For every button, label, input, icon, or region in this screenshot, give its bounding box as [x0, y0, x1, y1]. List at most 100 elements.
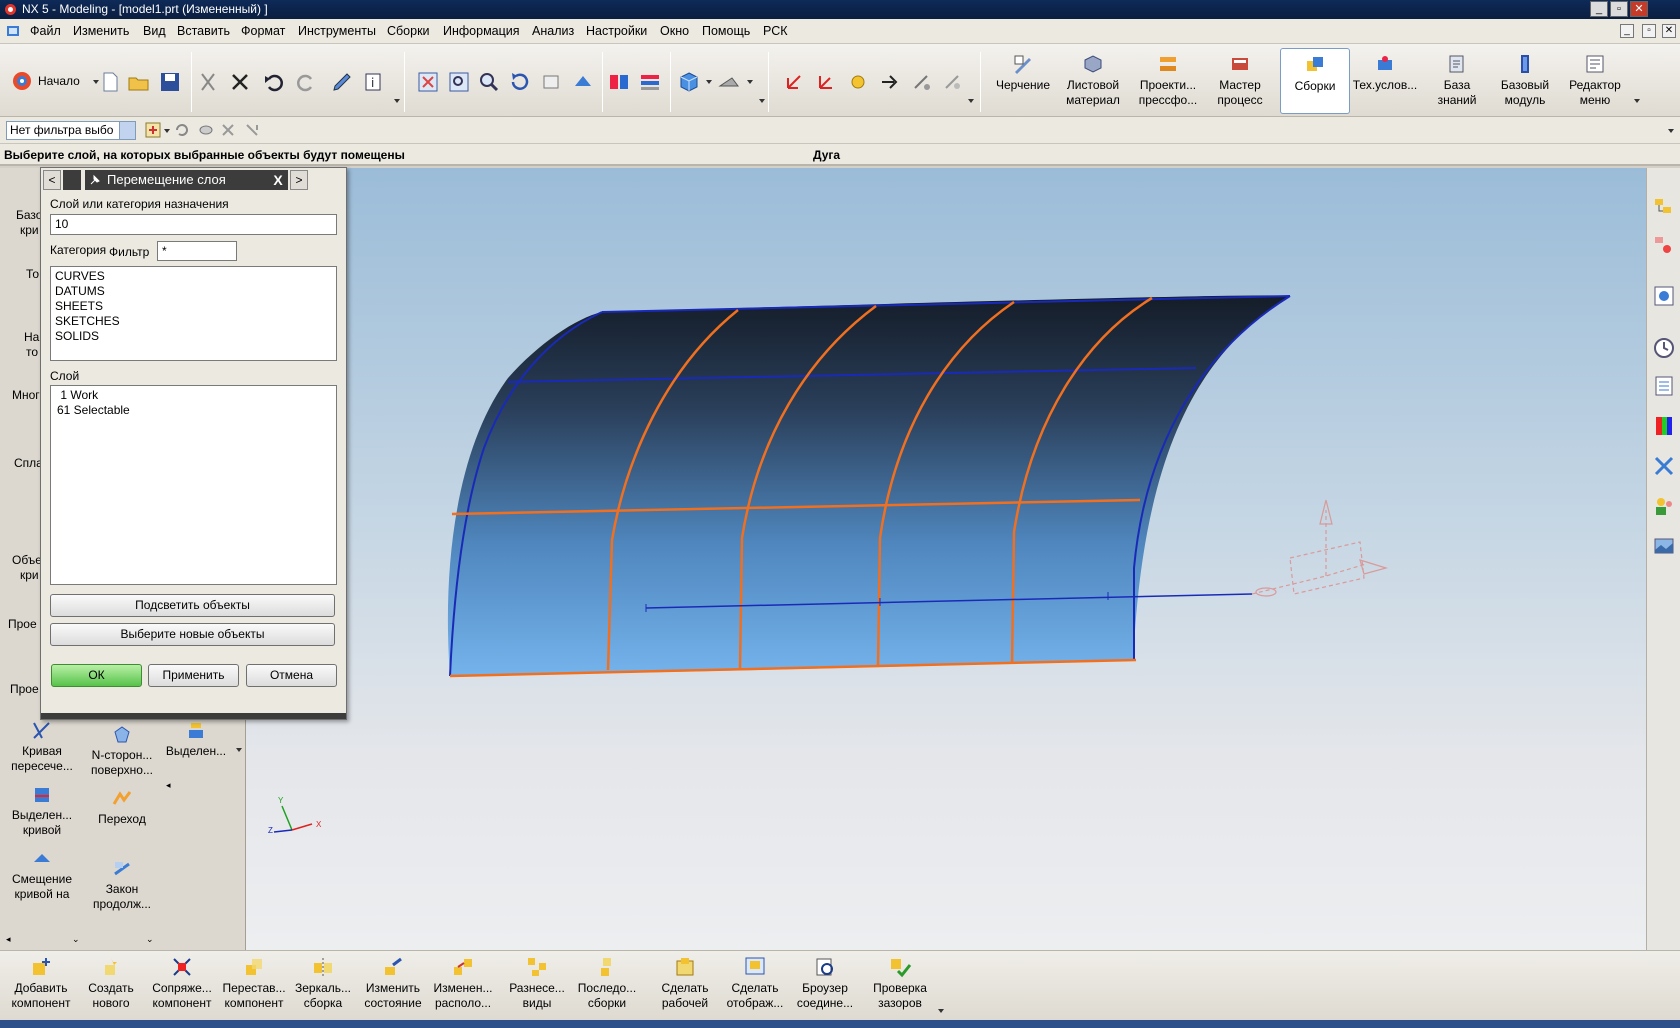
surface-face[interactable] — [447, 295, 1291, 676]
graphics-viewport[interactable]: Y X Z — [246, 168, 1646, 950]
list-item[interactable]: SKETCHES — [55, 314, 332, 329]
app-process-wizard-button[interactable]: Мастер процесс — [1208, 48, 1272, 114]
delete-icon[interactable] — [228, 70, 252, 94]
menu-format[interactable]: Формат — [241, 24, 285, 38]
new-file-icon[interactable] — [98, 70, 122, 94]
intersection-curve-button[interactable]: Кривая пересече... — [6, 720, 78, 774]
reposition-component-button[interactable]: Перестав... компонент — [218, 955, 290, 1011]
chevron-down-icon[interactable] — [706, 80, 712, 84]
app-sheet-metal-button[interactable]: Листовой материал — [1058, 48, 1128, 114]
constraint-navigator-icon[interactable] — [1652, 234, 1676, 258]
chevron-down-icon[interactable] — [968, 99, 974, 103]
system-scene-icon[interactable] — [1652, 534, 1676, 558]
scroll-down-icon[interactable]: ⌄ — [72, 934, 80, 945]
open-folder-icon[interactable] — [127, 70, 151, 94]
close-window-button[interactable]: ✕ — [1630, 1, 1648, 17]
chevron-down-icon[interactable] — [394, 99, 400, 103]
menu-edit[interactable]: Изменить — [73, 24, 129, 38]
chevron-down-icon[interactable] — [747, 80, 753, 84]
edit-object-icon[interactable] — [330, 70, 354, 94]
cube-view-icon[interactable] — [677, 70, 701, 94]
palette-partial-label[interactable]: Базо — [16, 208, 42, 223]
mdi-close-button[interactable]: ✕ — [1662, 24, 1676, 38]
dialog-title-bar[interactable]: Перемещение слоя — [85, 170, 268, 190]
category-filter-input[interactable]: * — [157, 241, 237, 261]
scroll-down-icon[interactable]: ⌄ — [146, 934, 154, 945]
ok-button[interactable]: ОК — [51, 664, 142, 687]
app-tech-conditions-button[interactable]: Тех.услов... — [1350, 48, 1420, 114]
n-sided-surface-button[interactable]: N-сторон... поверхно... — [86, 724, 158, 778]
wcs-origin-icon[interactable] — [782, 70, 806, 94]
type-filter-select[interactable]: Нет фильтра выбо — [6, 121, 136, 140]
list-item[interactable]: SHEETS — [55, 299, 332, 314]
app-gateway-button[interactable]: Базовый модуль — [1492, 48, 1558, 114]
dialog-pin-button[interactable] — [63, 170, 81, 190]
chevron-down-icon[interactable] — [1668, 129, 1674, 133]
extract-button[interactable]: Выделен... — [160, 720, 232, 759]
mate-component-button[interactable]: Сопряже... компонент — [146, 955, 218, 1011]
extracted-curve-button[interactable]: Выделен... кривой — [6, 784, 78, 838]
list-item[interactable]: CURVES — [55, 269, 332, 284]
wcs-display-icon[interactable] — [941, 70, 965, 94]
menu-window[interactable]: Окно — [660, 24, 689, 38]
history-icon[interactable] — [1652, 336, 1676, 360]
menu-file[interactable]: Файл — [30, 24, 61, 38]
dialog-forward-button[interactable]: > — [290, 170, 308, 190]
chevron-down-icon[interactable] — [164, 129, 170, 133]
scroll-left-icon[interactable]: ◂ — [166, 780, 171, 791]
assembly-sequence-button[interactable]: Последо... сборки — [572, 955, 642, 1011]
wcs-orient-icon[interactable] — [878, 70, 902, 94]
list-item[interactable]: SOLIDS — [55, 329, 332, 344]
palette-partial-label[interactable]: Прое — [8, 617, 37, 632]
make-work-part-button[interactable]: Сделать рабочей — [650, 955, 720, 1011]
hd3d-tools-icon[interactable] — [1652, 374, 1676, 398]
clearance-check-button[interactable]: Проверка зазоров — [864, 955, 936, 1011]
list-item[interactable]: 1 Work — [57, 388, 332, 403]
menu-insert[interactable]: Вставить — [177, 24, 230, 38]
wcs-dynamic-icon[interactable] — [814, 70, 838, 94]
palette-partial-label[interactable]: то — [26, 345, 38, 360]
palette-partial-label[interactable]: кри — [20, 223, 39, 238]
app-drafting-button[interactable]: Черчение — [988, 48, 1058, 114]
assembly-navigator-icon[interactable] — [1652, 196, 1676, 220]
dialog-back-button[interactable]: < — [43, 170, 61, 190]
change-arrangement-button[interactable]: Изменен... располо... — [428, 955, 498, 1011]
chevron-down-icon[interactable] — [1634, 99, 1640, 103]
undo-icon[interactable] — [262, 70, 286, 94]
list-item[interactable]: 61 Selectable — [57, 403, 332, 418]
nx-menu-icon[interactable] — [6, 24, 20, 38]
minimize-button[interactable]: _ — [1590, 1, 1608, 17]
pan-icon[interactable] — [540, 70, 564, 94]
layer-list[interactable]: 1 Work 61 Selectable — [50, 385, 337, 585]
render-style-icon[interactable] — [717, 70, 741, 94]
app-press-die-button[interactable]: Проекти... прессфо... — [1130, 48, 1206, 114]
rotate-icon[interactable] — [508, 70, 532, 94]
surface-model[interactable] — [246, 168, 1646, 950]
cancel-button[interactable]: Отмена — [246, 664, 337, 687]
restore-button[interactable]: ▫ — [1610, 1, 1628, 17]
palette-partial-label[interactable]: Мног — [12, 388, 40, 403]
palette-partial-label[interactable]: Прое — [10, 682, 39, 697]
snap-point-icon[interactable] — [220, 122, 236, 138]
wcs-ghost[interactable] — [1251, 499, 1389, 597]
offset-curve-on-face-button[interactable]: Смещение кривой на — [6, 848, 78, 902]
menu-view[interactable]: Вид — [143, 24, 166, 38]
change-state-button[interactable]: Изменить состояние — [358, 955, 428, 1011]
fit-view-icon[interactable] — [416, 70, 440, 94]
snap-end-icon[interactable] — [244, 122, 260, 138]
menu-tools[interactable]: Инструменты — [298, 24, 376, 38]
highlight-objects-button[interactable]: Подсветить объекты — [50, 594, 335, 617]
exploded-views-button[interactable]: Разнесе... виды — [502, 955, 572, 1011]
cut-icon[interactable] — [196, 70, 220, 94]
menu-information[interactable]: Информация — [443, 24, 520, 38]
destination-layer-input[interactable]: 10 — [50, 214, 337, 235]
menu-analysis[interactable]: Анализ — [532, 24, 574, 38]
category-list[interactable]: CURVES DATUMS SHEETS SKETCHES SOLIDS — [50, 266, 337, 361]
dialog-close-button[interactable]: X — [268, 170, 288, 190]
mdi-restore-button[interactable]: ▫ — [1642, 24, 1656, 38]
start-button[interactable]: Начало — [8, 66, 100, 96]
palette-partial-label[interactable]: Объе — [12, 553, 42, 568]
add-component-button[interactable]: Добавить компонент — [6, 955, 76, 1011]
menu-wcs[interactable]: РСК — [763, 24, 788, 38]
make-displayed-part-button[interactable]: Сделать отображ... — [720, 955, 790, 1011]
